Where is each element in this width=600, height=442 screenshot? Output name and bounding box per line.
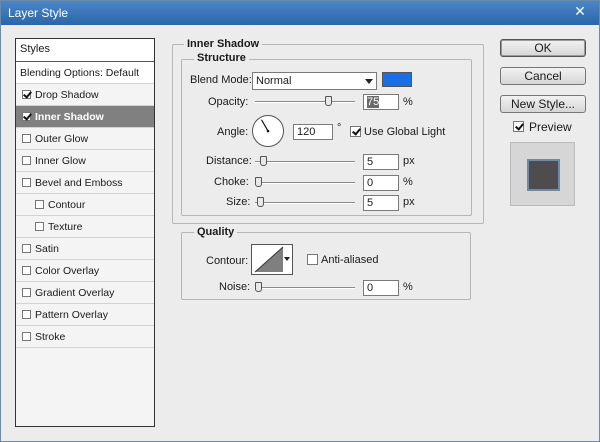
quality-title: Quality (194, 226, 238, 238)
style-item[interactable]: Bevel and Emboss (16, 172, 154, 194)
anti-aliased-label: Anti-aliased (321, 254, 379, 266)
layer-style-dialog: Layer Style ✕ Styles Blending Options: D… (0, 0, 600, 442)
size-input[interactable]: 5 (363, 195, 399, 211)
contour-picker[interactable] (251, 244, 293, 275)
size-unit: px (403, 196, 415, 208)
title-bar: Layer Style ✕ (1, 1, 599, 25)
distance-input[interactable]: 5 (363, 154, 399, 170)
structure-title: Structure (194, 52, 249, 64)
choke-slider-thumb[interactable] (255, 177, 262, 187)
distance-slider[interactable] (255, 161, 355, 163)
style-item[interactable]: Contour (16, 194, 154, 216)
noise-unit: % (403, 281, 413, 293)
choke-input[interactable]: 0 (363, 175, 399, 191)
blend-mode-value: Normal (256, 75, 292, 87)
style-item-label: Inner Shadow (35, 111, 104, 123)
noise-slider[interactable] (255, 287, 355, 289)
use-global-light-checkbox[interactable] (350, 126, 361, 137)
close-icon[interactable]: ✕ (571, 5, 589, 20)
distance-slider-thumb[interactable] (259, 156, 267, 166)
preview-checkbox[interactable] (513, 121, 524, 132)
style-item[interactable]: Drop Shadow (16, 84, 154, 106)
style-item-label: Contour (48, 199, 86, 211)
angle-dial-needle (260, 119, 270, 133)
chevron-down-icon (365, 79, 373, 84)
window-title: Layer Style (8, 6, 69, 20)
angle-dial[interactable] (252, 115, 284, 147)
style-item[interactable]: Pattern Overlay (16, 304, 154, 326)
noise-label: Noise: (219, 281, 251, 293)
style-item[interactable]: Texture (16, 216, 154, 238)
style-item[interactable]: Stroke (16, 326, 154, 348)
style-item-label: Texture (48, 221, 83, 233)
blend-mode-select[interactable]: Normal (252, 72, 377, 90)
anti-aliased-checkbox[interactable] (307, 254, 318, 265)
preview-label: Preview (529, 120, 572, 134)
choke-label: Choke: (214, 176, 249, 188)
use-global-light-label: Use Global Light (364, 126, 446, 138)
angle-input[interactable]: 120 (293, 124, 333, 140)
contour-dropdown-arrow-icon[interactable] (284, 257, 290, 261)
distance-unit: px (403, 155, 415, 167)
style-item[interactable]: Inner Shadow (16, 106, 154, 128)
choke-slider[interactable] (255, 182, 355, 184)
style-item[interactable]: Outer Glow (16, 128, 154, 150)
opacity-slider-thumb[interactable] (324, 96, 332, 106)
style-item-label: Stroke (35, 331, 66, 343)
style-item[interactable]: Color Overlay (16, 260, 154, 282)
style-item-checkbox[interactable] (22, 266, 31, 275)
contour-label: Contour: (206, 255, 249, 267)
angle-unit: ° (337, 122, 342, 134)
noise-input[interactable]: 0 (363, 280, 399, 296)
opacity-label: Opacity: (208, 96, 249, 108)
style-item[interactable]: Gradient Overlay (16, 282, 154, 304)
style-item-label: Pattern Overlay (35, 309, 108, 321)
blend-mode-label: Blend Mode: (190, 74, 252, 86)
style-item[interactable]: Inner Glow (16, 150, 154, 172)
opacity-slider[interactable] (255, 101, 355, 103)
contour-preview-icon (254, 246, 284, 273)
new-style-button[interactable]: New Style... (500, 95, 586, 113)
noise-slider-thumb[interactable] (255, 282, 262, 292)
style-preview (510, 142, 575, 206)
style-item-label: Blending Options: Default (20, 67, 140, 79)
style-item-label: Inner Glow (35, 155, 86, 167)
style-item-checkbox[interactable] (22, 310, 31, 319)
opacity-unit: % (403, 96, 413, 108)
style-item-checkbox[interactable] (22, 244, 31, 253)
choke-unit: % (403, 176, 413, 188)
style-item-label: Drop Shadow (35, 89, 99, 101)
style-item-checkbox[interactable] (22, 156, 31, 165)
style-item-label: Color Overlay (35, 265, 100, 277)
style-item-checkbox[interactable] (22, 288, 31, 297)
shadow-color-swatch[interactable] (382, 72, 412, 87)
ok-button[interactable]: OK (500, 39, 586, 57)
style-item-label: Outer Glow (35, 133, 89, 145)
size-label: Size: (226, 196, 251, 208)
style-item-checkbox[interactable] (22, 178, 31, 187)
style-item-checkbox[interactable] (35, 200, 44, 209)
style-item-checkbox[interactable] (22, 90, 31, 99)
distance-label: Distance: (206, 155, 252, 167)
style-item[interactable]: Satin (16, 238, 154, 260)
style-item-label: Gradient Overlay (35, 287, 115, 299)
style-item-checkbox[interactable] (22, 134, 31, 143)
size-slider-thumb[interactable] (256, 197, 264, 207)
style-preview-thumbnail (527, 159, 560, 191)
style-item-label: Bevel and Emboss (35, 177, 123, 189)
size-slider[interactable] (255, 202, 355, 204)
opacity-input[interactable]: 75 (363, 94, 399, 110)
cancel-button[interactable]: Cancel (500, 67, 586, 85)
style-item-checkbox[interactable] (35, 222, 44, 231)
angle-label: Angle: (217, 126, 249, 138)
styles-list: Styles Blending Options: Default Drop Sha… (15, 38, 155, 427)
style-item-checkbox[interactable] (22, 112, 31, 121)
style-item-label: Satin (35, 243, 59, 255)
inner-shadow-title: Inner Shadow (184, 38, 263, 50)
style-item-checkbox[interactable] (22, 332, 31, 341)
styles-header[interactable]: Styles (16, 39, 154, 62)
style-item[interactable]: Blending Options: Default (16, 62, 154, 84)
